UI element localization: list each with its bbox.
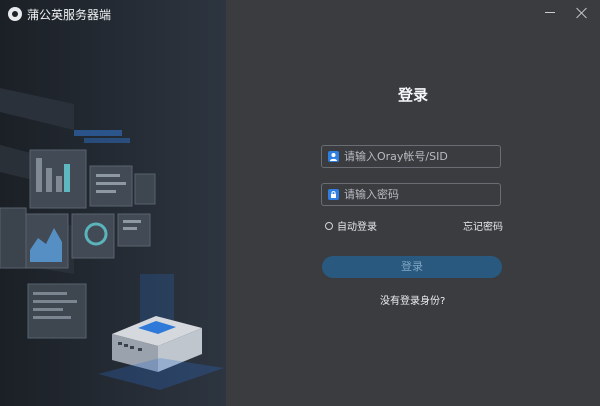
username-field[interactable] [321,145,501,168]
app-window: 蒲公英服务器端 登录 自动登录 忘记密码 登录 没有登录身份? [0,0,600,406]
minimize-button[interactable] [540,4,560,22]
no-account-link[interactable]: 没有登录身份? [380,292,445,307]
password-field[interactable] [321,183,501,206]
lock-icon [328,189,339,200]
close-button[interactable] [572,4,592,22]
login-button[interactable]: 登录 [322,256,502,278]
login-heading: 登录 [397,86,428,104]
title-bar: 蒲公英服务器端 [0,0,600,28]
server-illustration [0,0,226,406]
illustration-panel [0,0,226,406]
username-input[interactable] [344,148,494,165]
user-icon [328,151,339,162]
auto-login-radio[interactable] [325,221,333,230]
app-logo-icon [8,7,22,21]
password-input[interactable] [344,186,494,203]
auto-login-label: 自动登录 [337,222,377,233]
forgot-password-link[interactable]: 忘记密码 [463,218,503,233]
window-title: 蒲公英服务器端 [27,8,112,22]
auto-login-option[interactable]: 自动登录 [325,218,377,233]
